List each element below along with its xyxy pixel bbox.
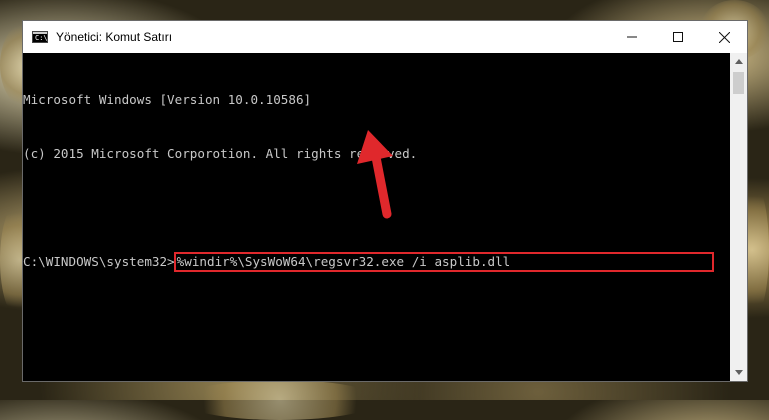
scroll-down-button[interactable] — [730, 364, 747, 381]
red-arrow-icon — [357, 130, 393, 219]
title-bar[interactable]: C:\ Yönetici: Komut Satırı — [23, 21, 747, 53]
command-highlight-box: %windir%\SysWoW64\regsvr32.exe /i asplib… — [173, 252, 714, 272]
scroll-down-icon — [734, 370, 743, 375]
window-controls — [609, 21, 747, 53]
console-prompt: C:\WINDOWS\system32> — [23, 254, 175, 269]
scroll-thumb[interactable] — [733, 72, 744, 94]
cmd-icon: C:\ — [32, 31, 48, 43]
maximize-button[interactable] — [655, 21, 701, 53]
minimize-button[interactable] — [609, 21, 655, 53]
close-button[interactable] — [701, 21, 747, 53]
vertical-scrollbar[interactable] — [730, 53, 747, 381]
command-line: C:\WINDOWS\system32> %windir%\SysWoW64\r… — [23, 252, 730, 272]
console-line: Microsoft Windows [Version 10.0.10586] — [23, 92, 312, 107]
scroll-up-icon — [734, 59, 743, 64]
wallpaper-leaf — [180, 380, 380, 420]
scroll-up-button[interactable] — [730, 53, 747, 70]
command-text[interactable]: %windir%\SysWoW64\regsvr32.exe /i asplib… — [177, 253, 511, 271]
maximize-icon — [673, 32, 683, 42]
close-icon — [718, 31, 730, 43]
window-title: Yönetici: Komut Satırı — [56, 30, 173, 44]
minimize-icon — [627, 36, 637, 38]
